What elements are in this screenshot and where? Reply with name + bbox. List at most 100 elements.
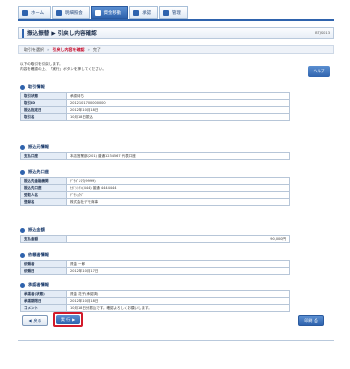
check-icon [133,9,140,16]
step-2-current: 引戻し内容を確認 [52,46,85,52]
table-row: 承認期限日 2012年10月18日 [20,297,290,305]
section-title: 振込元情報 [28,144,49,149]
bullet-icon [20,252,25,258]
row-label: 支払口座 [20,152,67,160]
row-value: ﾋｶﾞｼｼﾃﾝ(444) 普通 4444444 [66,184,290,192]
row-value: 90,000円 [66,235,290,243]
row-value: 承認待ち [66,92,290,100]
amount-table: 支払金額 90,000円 [20,235,290,243]
table-row: 取引ID 2012101700000000 [20,99,290,107]
table-row: コメント 10月18日分振込です。確認よろしくお願いします。 [20,304,290,312]
tab-transfer[interactable]: 資金移動 [90,6,129,19]
page-title-bar: 振込振替 ▶ 引戻し内容確認 BTJS013 [18,27,334,39]
bullet-icon [20,227,25,233]
help-label: ヘルプ [313,69,325,73]
execute-button[interactable]: 実 行 ▶ [53,312,83,327]
approver-table: 承認者(状態) 資金 花子(承認済) 承認期限日 2012年10月18日 コメント 1… [20,290,290,312]
row-value: 10月18日振込 [66,113,290,121]
row-label: 振込先口座 [20,184,67,192]
section-heading-approver: 承認者情報 [20,282,49,288]
section-heading-source: 振込元情報 [20,144,49,150]
table-row: 支払金額 90,000円 [20,235,290,243]
row-value: 10月18日分振込です。確認よろしくお願いします。 [66,304,290,312]
row-value: 資金 花子(承認済) [66,290,290,298]
tab-statement[interactable]: 明細照会 [52,6,90,19]
back-button[interactable]: ◀ 戻る [22,315,48,326]
step-1: 取引を選択 [24,46,44,52]
section-title: 振込先口座 [28,169,49,174]
tab-label: ホーム [31,10,45,16]
row-label: 取引名 [20,113,67,121]
section-heading-amount: 振込金額 [20,227,45,233]
row-label: 依頼者 [20,260,67,268]
intro-text: 以下の取引を引戻します。 内容を確認の上、「実行」ボタンを押してください。 [20,62,106,72]
row-label: 振込先金融機関 [20,177,67,185]
section-heading-destination: 振込先口座 [20,169,49,175]
bullet-icon [20,84,25,90]
intro-line: 内容を確認の上、「実行」ボタンを押してください。 [20,67,107,71]
gear-icon [163,9,169,16]
transaction-table: 取引状態 承認待ち 取引ID 2012101700000000 振込指定日 2012年… [20,92,290,121]
execute-button-face: 実 行 ▶ [56,315,80,324]
row-label: 取引状態 [20,92,67,100]
table-row: 登録名 株式会社デモ商事 [20,198,290,206]
execute-label: 実 行 [60,316,71,322]
back-label: 戻る [33,317,42,323]
chevron-left-icon: ◀ [28,318,32,323]
table-row: 取引状態 承認待ち [20,92,290,100]
row-label: 依頼日 [20,267,67,275]
section-heading-requester: 依頼者情報 [20,252,49,258]
print-label: 印刷 [304,317,313,323]
screen-id: BTJS013 [315,31,330,35]
table-row: 依頼日 2012年10月17日 [20,267,290,275]
table-row: 受取人名 ﾃﾞﾓｼｮｳｼﾞ [20,191,290,199]
printer-icon: ⎙ [314,318,318,323]
row-value: ﾃﾞﾓｼｮｳｼﾞ [66,191,290,199]
row-value: 本店営業部(201) 普通1234567 代表口座 [66,152,290,160]
section-title: 取引情報 [28,84,45,89]
section-heading-transaction: 取引情報 [20,84,45,90]
step-indicator: 取引を選択 » 引戻し内容を確認 » 完了 [18,45,334,54]
step-arrow-icon: » [47,47,50,52]
row-label: 受取人名 [20,191,67,199]
tab-admin[interactable]: 管理 [159,6,188,19]
tab-label: 管理 [172,10,181,16]
row-value: 2012年10月18日 [66,106,290,114]
step-arrow-icon: » [87,47,90,52]
page-title: 振込振替 ▶ 引戻し内容確認 [27,31,97,37]
list-icon [56,9,63,16]
bullet-icon [20,169,25,175]
row-label: 承認者(状態) [20,290,67,298]
chevron-right-icon: ▶ [72,317,76,322]
table-row: 振込先金融機関 ﾃﾞﾓｷﾞﾝｺｳ(9999) [20,177,290,185]
table-row: 支払口座 本店営業部(201) 普通1234567 代表口座 [20,152,290,160]
table-row: 振込先口座 ﾋｶﾞｼｼﾃﾝ(444) 普通 4444444 [20,184,290,192]
title-accent [22,28,24,38]
global-nav: ホーム 明細照会 資金移動 承認 管理 [18,6,188,19]
row-label: コメント [20,304,67,312]
tab-approval[interactable]: 承認 [129,6,158,19]
tab-label: 明細照会 [65,10,83,16]
row-label: 支払金額 [20,235,67,243]
row-value: 2012年10月18日 [66,297,290,305]
bullet-icon [20,282,25,288]
row-label: 登録名 [20,198,67,206]
row-value: 資金 一郎 [66,260,290,268]
tab-home[interactable]: ホーム [18,6,52,19]
destination-table: 振込先金融機関 ﾃﾞﾓｷﾞﾝｺｳ(9999) 振込先口座 ﾋｶﾞｼｼﾃﾝ(444) … [20,177,290,206]
tab-label: 資金移動 [103,10,122,16]
row-value: ﾃﾞﾓｷﾞﾝｺｳ(9999) [66,177,290,185]
row-value: 2012101700000000 [66,99,290,107]
print-button[interactable]: 印刷 ⎙ [298,315,324,326]
step-3: 完了 [92,46,101,52]
help-button[interactable]: ヘルプ [308,66,330,77]
requester-table: 依頼者 資金 一郎 依頼日 2012年10月17日 [20,260,290,275]
tab-label: 承認 [142,10,151,16]
home-icon [22,9,28,16]
table-row: 承認者(状態) 資金 花子(承認済) [20,290,290,298]
nav-divider [18,19,334,21]
row-value: 2012年10月17日 [66,267,290,275]
section-title: 承認者情報 [28,282,49,287]
row-value: 株式会社デモ商事 [66,198,290,206]
bullet-icon [20,144,25,150]
